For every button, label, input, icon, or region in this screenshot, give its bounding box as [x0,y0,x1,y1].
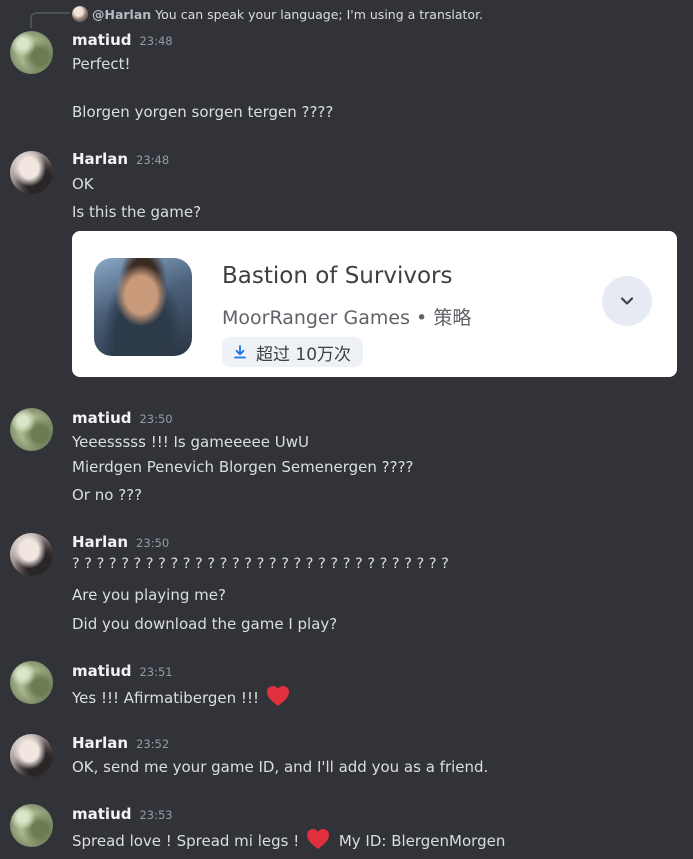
message-text: Did you download the game I play? [72,615,338,633]
app-icon[interactable] [94,258,192,356]
reply-avatar [72,6,88,22]
message-line: Yes !!! Afirmatibergen !!! [72,685,290,707]
avatar[interactable] [10,408,53,451]
app-developer[interactable]: MoorRanger Games [222,307,410,329]
timestamp: 23:48 [139,34,173,48]
reply-author[interactable]: @Harlan [92,7,151,22]
author-name[interactable]: Harlan [72,734,128,752]
avatar[interactable] [10,151,53,194]
avatar[interactable] [10,533,53,576]
expand-button[interactable] [602,276,652,326]
timestamp: 23:48 [136,153,170,167]
author-name[interactable]: matiud [72,31,131,49]
timestamp: 23:50 [136,536,170,550]
message-text: Or no ??? [72,486,143,504]
author-name[interactable]: Harlan [72,533,128,551]
message-text: ? ? ? ? ? ? ? ? ? ? ? ? ? ? ? ? ? ? ? ? … [72,556,449,572]
downloads-badge: 超过 10万次 [222,337,364,367]
message-text: Perfect! [72,55,131,73]
message-text: Blorgen yorgen sorgen tergen ???? [72,103,334,121]
download-icon [234,345,246,359]
message-text: OK [72,175,94,193]
timestamp: 23:52 [136,737,170,751]
message-line: Spread love ! Spread mi legs ! My ID: Bl… [72,828,505,850]
message-text: Yeeesssss !!! Is gameeeee UwU [72,433,309,451]
message-text: Are you playing me? [72,586,226,604]
reply-text[interactable]: You can speak your language; I'm using a… [155,7,483,22]
avatar[interactable] [10,661,53,704]
timestamp: 23:53 [139,808,173,822]
avatar[interactable] [10,804,53,847]
message-text: Spread love ! Spread mi legs ! [72,832,300,850]
message-text: My ID: BlergenMorgen [338,832,506,850]
message-text: OK, send me your game ID, and I'll add y… [72,758,489,776]
heart-icon [307,829,330,849]
app-developer-line: MoorRanger Games • 策略 [222,303,471,330]
timestamp: 23:50 [139,412,173,426]
author-name[interactable]: matiud [72,662,131,680]
message-text: Mierdgen Penevich Blorgen Semenergen ???… [72,458,414,476]
author-name[interactable]: Harlan [72,150,128,168]
downloads-count: 超过 10万次 [256,344,352,365]
timestamp: 23:51 [139,665,173,679]
message-text: Yes !!! Afirmatibergen !!! [72,689,259,707]
reply-preview[interactable]: @Harlan You can speak your language; I'm… [30,4,483,24]
app-category: 策略 [433,307,472,329]
avatar[interactable] [10,734,53,777]
heart-icon [266,686,289,706]
separator-dot: • [416,307,428,329]
message-text: Is this the game? [72,203,202,221]
author-name[interactable]: matiud [72,409,131,427]
app-name[interactable]: Bastion of Survivors [222,263,452,289]
avatar[interactable] [10,31,53,74]
chevron-down-icon [620,297,634,305]
app-embed-card[interactable]: Bastion of Survivors MoorRanger Games • … [72,231,677,377]
author-name[interactable]: matiud [72,805,131,823]
